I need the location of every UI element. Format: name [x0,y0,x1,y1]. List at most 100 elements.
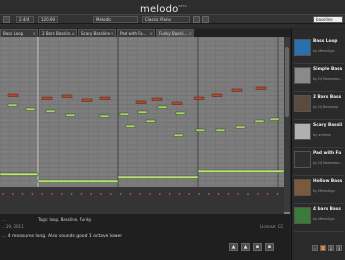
close-icon[interactable]: × [72,30,75,37]
page-prev-button[interactable]: ‹ [312,245,318,251]
tab-label: Scary Bassline [81,31,111,36]
velocity-marker [11,193,14,195]
velocity-marker [41,193,44,195]
velocity-marker [21,193,24,195]
related-melodies-sidebar: Bass Loop by Melonliga Simple Bass by DJ Me… [291,29,345,260]
like-icon[interactable]: ▲ [229,243,238,251]
velocity-marker [139,193,142,195]
share-icon[interactable]: ▲ [241,243,250,251]
search-input[interactable]: baseline [313,16,343,23]
avatar[interactable] [294,207,311,224]
piano-roll-editor[interactable] [0,37,290,214]
velocity-marker [2,193,4,195]
page-3-button[interactable]: 3 [336,245,342,251]
harmony-note [65,113,76,117]
melody-note [135,100,147,104]
tab-2-bars-bassline[interactable]: 2 Bars Basslin... × [39,29,77,37]
tab-label: Funky Bassli... [159,31,188,36]
instrument-select[interactable]: Classic Piano [142,16,190,23]
harmony-note [7,103,18,107]
avatar[interactable] [294,123,311,140]
sidebar-item[interactable]: Pad with Fa by DJ Memedes... [294,149,345,176]
divider [294,147,344,148]
velocity-marker [207,193,210,195]
sidebar-item-title[interactable]: Simple Bass [313,67,342,72]
embed-icon[interactable]: ▪ [253,243,262,251]
avatar[interactable] [294,95,311,112]
harmony-note [254,119,265,123]
avatar[interactable] [294,67,311,84]
sidebar-item[interactable]: Hollow Bass by Melonliga [294,177,345,204]
melody-note [255,86,267,90]
close-icon[interactable]: × [150,30,153,37]
melody-note [193,96,205,100]
velocity-marker [188,193,191,195]
date-text: ...19, 2011 [2,224,24,229]
harmony-note [173,133,184,137]
velocity-marker [129,193,132,195]
sidebar-item-title[interactable]: Hollow Bass [313,179,342,184]
bpm-field[interactable]: 120.00 [38,16,58,23]
vertical-scrollbar[interactable] [284,37,290,212]
download-icon[interactable] [202,16,209,23]
velocity-marker [109,193,112,195]
melody-note [41,96,53,100]
divider [294,175,344,176]
fullscreen-icon[interactable]: ▪ [265,243,274,251]
close-icon[interactable]: × [33,30,36,37]
scrollbar-thumb[interactable] [285,47,289,117]
velocity-marker [80,193,83,195]
close-icon[interactable]: × [111,30,114,37]
bass-note [0,172,39,176]
page-2-button[interactable]: 2 [328,245,334,251]
page-1-button[interactable]: 1 [320,245,326,251]
sidebar-item-title[interactable]: Pad with Fa [313,151,341,156]
melody-info-panel: ... Tags: loop, Bassline, Funky ...19, 2… [0,214,290,260]
sidebar-item-author: by andrew [313,133,331,137]
sidebar-item-title[interactable]: Bass Loop [313,39,338,44]
sidebar-item[interactable]: Bass Loop by Melonliga [294,37,345,64]
divider [294,203,344,204]
top-bar: melodoBETA 2.4/4 120.00 Melodic Classic … [0,0,345,28]
sidebar-item[interactable]: 2 Bars Bass by DJ Bassloop [294,93,345,120]
mode-select[interactable]: Melodic [93,16,138,23]
velocity-marker [168,193,171,195]
melody-note [151,97,163,101]
sidebar-item-title[interactable]: Scary Bassli [313,123,342,128]
velocity-marker [247,193,249,195]
tab-pad-with-fa[interactable]: Pad with Fa... × [117,29,155,37]
tab-funky-bassline[interactable]: Funky Bassli... × [156,29,194,37]
divider [294,119,344,120]
velocity-marker [90,193,93,195]
harmony-note [119,112,130,116]
menu-button[interactable] [3,16,10,23]
sidebar-item-title[interactable]: 4 bars Bass [313,207,341,212]
time-signature-field[interactable]: 2.4/4 [16,16,34,23]
sidebar-item[interactable]: Scary Bassli by andrew [294,121,345,148]
close-icon[interactable]: × [189,30,192,37]
melody-note [99,96,111,100]
tab-scary-bassline[interactable]: Scary Bassline × [78,29,116,37]
velocity-marker [60,193,63,195]
harmony-note [145,119,156,123]
harmony-note [45,109,56,113]
harmony-note [195,128,206,132]
avatar[interactable] [294,39,311,56]
harmony-note [269,117,280,121]
velocity-marker [119,193,122,195]
avatar[interactable] [294,151,311,168]
sidebar-item[interactable]: 4 bars Bass by Melonliga [294,205,345,232]
harmony-note [235,125,246,129]
avatar[interactable] [294,179,311,196]
sidebar-item-title[interactable]: 2 Bars Bass [313,95,341,100]
velocity-marker [237,193,240,195]
bass-note [197,169,284,173]
velocity-marker [100,193,102,195]
velocity-lane [0,187,284,214]
sidebar-item[interactable]: Simple Bass by DJ Memedes... [294,65,345,92]
velocity-marker [217,193,220,195]
divider [294,231,344,232]
instrument-settings-icon[interactable] [193,16,200,23]
tab-bass-loop[interactable]: Bass Loop × [0,29,38,37]
piano-roll-grid[interactable] [0,37,284,214]
